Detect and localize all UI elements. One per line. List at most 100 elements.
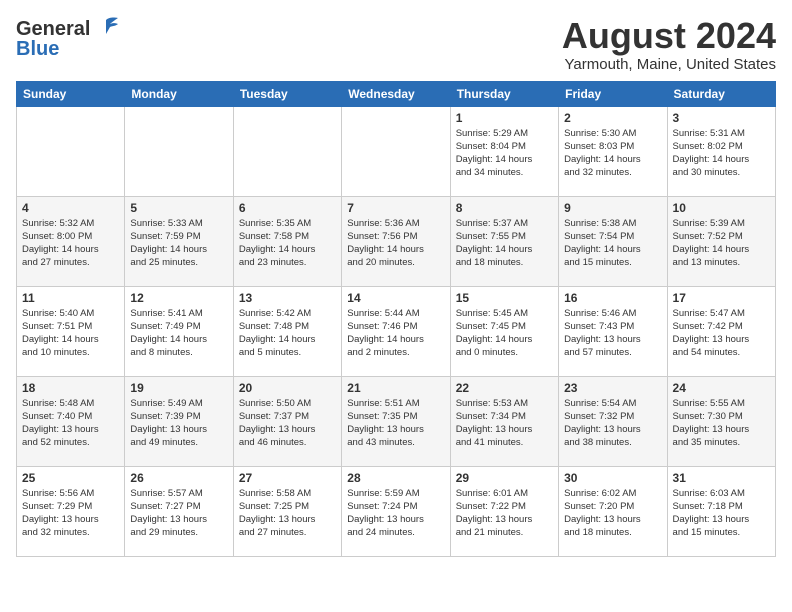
week-row-3: 11 Sunrise: 5:40 AM Sunset: 7:51 PM Dayli…: [17, 286, 776, 376]
day-number: 20: [239, 381, 336, 395]
day-number: 17: [673, 291, 770, 305]
day-cell-10: 10 Sunrise: 5:39 AM Sunset: 7:52 PM Dayli…: [667, 196, 775, 286]
week-row-1: 1 Sunrise: 5:29 AM Sunset: 8:04 PM Daylig…: [17, 106, 776, 196]
day-info: Sunrise: 5:54 AM Sunset: 7:32 PM Dayligh…: [564, 397, 661, 450]
day-cell-9: 9 Sunrise: 5:38 AM Sunset: 7:54 PM Daylig…: [559, 196, 667, 286]
day-info: Sunrise: 5:31 AM Sunset: 8:02 PM Dayligh…: [673, 127, 770, 180]
title-block: August 2024 Yarmouth, Maine, United Stat…: [562, 16, 776, 73]
day-info: Sunrise: 5:38 AM Sunset: 7:54 PM Dayligh…: [564, 217, 661, 270]
day-info: Sunrise: 5:46 AM Sunset: 7:43 PM Dayligh…: [564, 307, 661, 360]
day-info: Sunrise: 5:35 AM Sunset: 7:58 PM Dayligh…: [239, 217, 336, 270]
day-info: Sunrise: 5:42 AM Sunset: 7:48 PM Dayligh…: [239, 307, 336, 360]
location: Yarmouth, Maine, United States: [562, 56, 776, 73]
day-info: Sunrise: 5:41 AM Sunset: 7:49 PM Dayligh…: [130, 307, 227, 360]
day-cell-30: 30 Sunrise: 6:02 AM Sunset: 7:20 PM Dayli…: [559, 466, 667, 556]
day-info: Sunrise: 5:45 AM Sunset: 7:45 PM Dayligh…: [456, 307, 553, 360]
week-row-5: 25 Sunrise: 5:56 AM Sunset: 7:29 PM Dayli…: [17, 466, 776, 556]
day-cell-7: 7 Sunrise: 5:36 AM Sunset: 7:56 PM Daylig…: [342, 196, 450, 286]
day-info: Sunrise: 5:55 AM Sunset: 7:30 PM Dayligh…: [673, 397, 770, 450]
day-number: 26: [130, 471, 227, 485]
page-header: General Blue August 2024 Yarmouth, Maine…: [16, 16, 776, 73]
day-number: 2: [564, 111, 661, 125]
week-row-4: 18Sunrise: 5:48 AM Sunset: 7:40 PM Dayli…: [17, 376, 776, 466]
day-info: Sunrise: 6:02 AM Sunset: 7:20 PM Dayligh…: [564, 487, 661, 540]
day-cell-empty: [17, 106, 125, 196]
day-number: 15: [456, 291, 553, 305]
day-cell-19: 19 Sunrise: 5:49 AM Sunset: 7:39 PM Dayli…: [125, 376, 233, 466]
day-cell-14: 14 Sunrise: 5:44 AM Sunset: 7:46 PM Dayli…: [342, 286, 450, 376]
logo-bird-icon: [92, 14, 120, 42]
day-number: 13: [239, 291, 336, 305]
day-number: 22: [456, 381, 553, 395]
day-number: 23: [564, 381, 661, 395]
day-number: 6: [239, 201, 336, 215]
day-cell-1: 1 Sunrise: 5:29 AM Sunset: 8:04 PM Daylig…: [450, 106, 558, 196]
day-cell-empty: [125, 106, 233, 196]
day-info: Sunrise: 5:44 AM Sunset: 7:46 PM Dayligh…: [347, 307, 444, 360]
day-info: Sunrise: 5:39 AM Sunset: 7:52 PM Dayligh…: [673, 217, 770, 270]
day-info: Sunrise: 5:40 AM Sunset: 7:51 PM Dayligh…: [22, 307, 119, 360]
day-header-saturday: Saturday: [667, 81, 775, 106]
day-cell-24: 24 Sunrise: 5:55 AM Sunset: 7:30 PM Dayli…: [667, 376, 775, 466]
day-number: 31: [673, 471, 770, 485]
day-cell-18: 18Sunrise: 5:48 AM Sunset: 7:40 PM Dayli…: [17, 376, 125, 466]
day-number: 10: [673, 201, 770, 215]
day-cell-3: 3 Sunrise: 5:31 AM Sunset: 8:02 PM Daylig…: [667, 106, 775, 196]
logo: General Blue: [16, 16, 120, 61]
day-number: 1: [456, 111, 553, 125]
day-info: Sunrise: 5:59 AM Sunset: 7:24 PM Dayligh…: [347, 487, 444, 540]
day-number: 19: [130, 381, 227, 395]
day-info: Sunrise: 5:32 AM Sunset: 8:00 PM Dayligh…: [22, 217, 119, 270]
day-number: 14: [347, 291, 444, 305]
day-number: 27: [239, 471, 336, 485]
day-number: 25: [22, 471, 119, 485]
day-number: 12: [130, 291, 227, 305]
day-cell-11: 11 Sunrise: 5:40 AM Sunset: 7:51 PM Dayli…: [17, 286, 125, 376]
day-number: 11: [22, 291, 119, 305]
day-info: Sunrise: 5:36 AM Sunset: 7:56 PM Dayligh…: [347, 217, 444, 270]
day-info: Sunrise: 5:51 AM Sunset: 7:35 PM Dayligh…: [347, 397, 444, 450]
day-info: Sunrise: 5:47 AM Sunset: 7:42 PM Dayligh…: [673, 307, 770, 360]
day-info: Sunrise: 5:33 AM Sunset: 7:59 PM Dayligh…: [130, 217, 227, 270]
day-cell-8: 8Sunrise: 5:37 AM Sunset: 7:55 PM Daylig…: [450, 196, 558, 286]
day-header-friday: Friday: [559, 81, 667, 106]
day-info: Sunrise: 5:56 AM Sunset: 7:29 PM Dayligh…: [22, 487, 119, 540]
day-info: Sunrise: 5:58 AM Sunset: 7:25 PM Dayligh…: [239, 487, 336, 540]
calendar-table: SundayMondayTuesdayWednesdayThursdayFrid…: [16, 81, 776, 557]
day-cell-22: 22 Sunrise: 5:53 AM Sunset: 7:34 PM Dayli…: [450, 376, 558, 466]
day-cell-12: 12 Sunrise: 5:41 AM Sunset: 7:49 PM Dayli…: [125, 286, 233, 376]
day-cell-2: 2 Sunrise: 5:30 AM Sunset: 8:03 PM Daylig…: [559, 106, 667, 196]
day-cell-4: 4 Sunrise: 5:32 AM Sunset: 8:00 PM Daylig…: [17, 196, 125, 286]
day-number: 29: [456, 471, 553, 485]
day-header-sunday: Sunday: [17, 81, 125, 106]
day-cell-23: 23 Sunrise: 5:54 AM Sunset: 7:32 PM Dayli…: [559, 376, 667, 466]
day-info: Sunrise: 5:53 AM Sunset: 7:34 PM Dayligh…: [456, 397, 553, 450]
day-info: Sunrise: 5:30 AM Sunset: 8:03 PM Dayligh…: [564, 127, 661, 180]
day-number: 9: [564, 201, 661, 215]
day-info: Sunrise: 5:49 AM Sunset: 7:39 PM Dayligh…: [130, 397, 227, 450]
day-number: 30: [564, 471, 661, 485]
day-number: 18: [22, 381, 119, 395]
day-cell-21: 21Sunrise: 5:51 AM Sunset: 7:35 PM Dayli…: [342, 376, 450, 466]
day-cell-20: 20 Sunrise: 5:50 AM Sunset: 7:37 PM Dayli…: [233, 376, 341, 466]
day-info: Sunrise: 6:03 AM Sunset: 7:18 PM Dayligh…: [673, 487, 770, 540]
day-number: 7: [347, 201, 444, 215]
day-info: Sunrise: 6:01 AM Sunset: 7:22 PM Dayligh…: [456, 487, 553, 540]
day-cell-27: 27 Sunrise: 5:58 AM Sunset: 7:25 PM Dayli…: [233, 466, 341, 556]
day-cell-5: 5Sunrise: 5:33 AM Sunset: 7:59 PM Daylig…: [125, 196, 233, 286]
day-cell-13: 13 Sunrise: 5:42 AM Sunset: 7:48 PM Dayli…: [233, 286, 341, 376]
day-cell-empty: [233, 106, 341, 196]
day-info: Sunrise: 5:50 AM Sunset: 7:37 PM Dayligh…: [239, 397, 336, 450]
day-number: 8: [456, 201, 553, 215]
day-cell-17: 17 Sunrise: 5:47 AM Sunset: 7:42 PM Dayli…: [667, 286, 775, 376]
day-cell-28: 28Sunrise: 5:59 AM Sunset: 7:24 PM Dayli…: [342, 466, 450, 556]
day-cell-26: 26Sunrise: 5:57 AM Sunset: 7:27 PM Dayli…: [125, 466, 233, 556]
day-number: 4: [22, 201, 119, 215]
day-cell-empty: [342, 106, 450, 196]
day-number: 24: [673, 381, 770, 395]
day-info: Sunrise: 5:29 AM Sunset: 8:04 PM Dayligh…: [456, 127, 553, 180]
day-number: 3: [673, 111, 770, 125]
day-header-thursday: Thursday: [450, 81, 558, 106]
day-cell-15: 15 Sunrise: 5:45 AM Sunset: 7:45 PM Dayli…: [450, 286, 558, 376]
logo-blue-text: Blue: [16, 38, 59, 61]
